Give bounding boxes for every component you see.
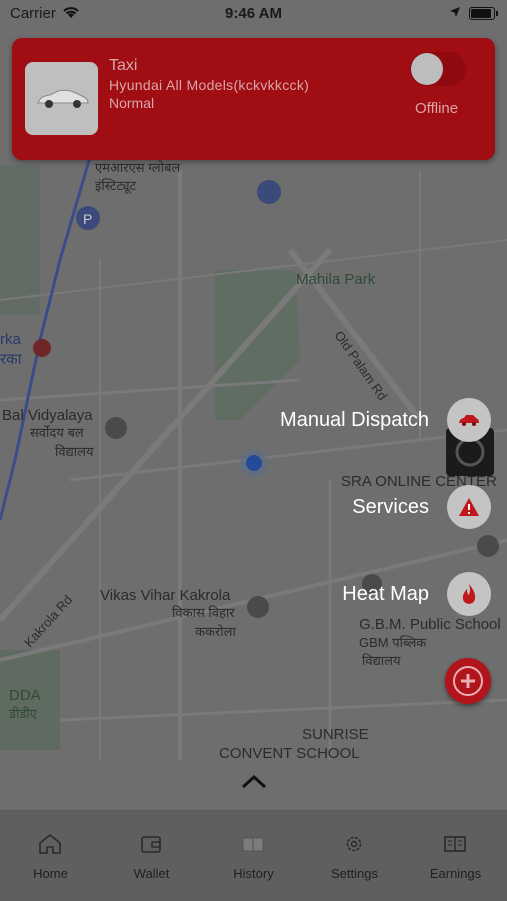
- car-image-icon: [36, 89, 89, 108]
- tab-wallet[interactable]: Wallet: [101, 811, 202, 901]
- green-strip: [0, 165, 40, 315]
- tab-label: Home: [33, 866, 68, 881]
- map-label: रका: [0, 351, 23, 368]
- tab-earnings[interactable]: Earnings: [405, 811, 506, 901]
- school-pin-icon[interactable]: [105, 417, 127, 439]
- tab-label: Settings: [331, 866, 378, 881]
- current-location-icon: [246, 455, 262, 471]
- ledger-icon: [444, 836, 466, 852]
- flame-icon[interactable]: [447, 572, 491, 616]
- map-label: विद्यालय: [362, 653, 401, 668]
- toggle-knob: [411, 53, 443, 85]
- svg-text:P: P: [83, 211, 92, 227]
- wallet-icon: [141, 836, 161, 853]
- location-arrow-icon: [449, 5, 461, 22]
- map-label: CONVENT SCHOOL: [219, 745, 360, 762]
- map-label: डीडीए: [8, 706, 38, 721]
- place-pin-icon[interactable]: [247, 596, 269, 618]
- plus-icon: [453, 666, 483, 696]
- map-label: एमआरएस ग्लोबल: [95, 160, 180, 175]
- fab-label: Heat Map: [342, 582, 429, 605]
- bottom-tab-bar: Home Wallet History Settings Earnings: [0, 810, 507, 901]
- home-icon: [39, 833, 61, 854]
- map-label: सर्वोदय बल: [30, 425, 84, 440]
- tab-label: Earnings: [429, 866, 482, 881]
- fab-label: Manual Dispatch: [280, 408, 429, 431]
- tab-label: History: [233, 866, 274, 881]
- shopping-pin-icon[interactable]: [257, 180, 281, 204]
- fab-label: Services: [352, 495, 429, 518]
- expand-sheet-button[interactable]: [240, 772, 268, 795]
- map-label: विकास विहार: [172, 605, 235, 620]
- gear-icon: [346, 836, 362, 852]
- battery-icon: [469, 7, 498, 20]
- map-label: Bal Vidyalaya: [2, 407, 93, 424]
- vehicle-tier: Normal: [109, 95, 155, 111]
- status-bar: Carrier 9:46 AM: [0, 0, 507, 28]
- map-label: GBM पब्लिक: [359, 635, 427, 650]
- car-icon[interactable]: [447, 398, 491, 442]
- vehicle-status-card[interactable]: Taxi Hyundai All Models(kckvkkcck) Norma…: [12, 38, 495, 160]
- map-label: rka: [0, 331, 21, 348]
- online-toggle[interactable]: [410, 52, 466, 86]
- tab-label: Wallet: [133, 866, 170, 881]
- fab-services[interactable]: Services: [352, 485, 491, 529]
- map-label: Mahila Park: [296, 271, 376, 288]
- map-label: SUNRISE: [302, 726, 369, 743]
- fab-manual-dispatch[interactable]: Manual Dispatch: [280, 398, 491, 442]
- chevron-up-icon: [241, 774, 267, 789]
- tab-settings[interactable]: Settings: [304, 811, 405, 901]
- map-label: विद्यालय: [55, 444, 94, 459]
- place-pin-icon-2[interactable]: [477, 535, 499, 557]
- vehicle-type: Taxi: [109, 57, 138, 74]
- map-label: ककरोला: [195, 624, 236, 639]
- book-icon: [242, 837, 264, 852]
- clock: 9:46 AM: [225, 5, 282, 22]
- map-label: DDA: [9, 687, 41, 704]
- metro-station-icon[interactable]: [33, 339, 51, 357]
- vehicle-thumbnail: [25, 62, 98, 135]
- map-label: इंस्टिट्यूट: [95, 178, 137, 194]
- map-label: G.B.M. Public School: [359, 616, 501, 633]
- vehicle-model: Hyundai All Models(kckvkkcck): [109, 77, 310, 93]
- fab-heat-map[interactable]: Heat Map: [342, 572, 491, 616]
- warning-icon[interactable]: [447, 485, 491, 529]
- online-status-label: Offline: [415, 100, 459, 117]
- tab-home[interactable]: Home: [0, 811, 101, 901]
- map-label: Vikas Vihar Kakrola: [100, 587, 231, 604]
- tab-history[interactable]: History: [203, 811, 304, 901]
- fab-toggle-button[interactable]: [445, 658, 491, 704]
